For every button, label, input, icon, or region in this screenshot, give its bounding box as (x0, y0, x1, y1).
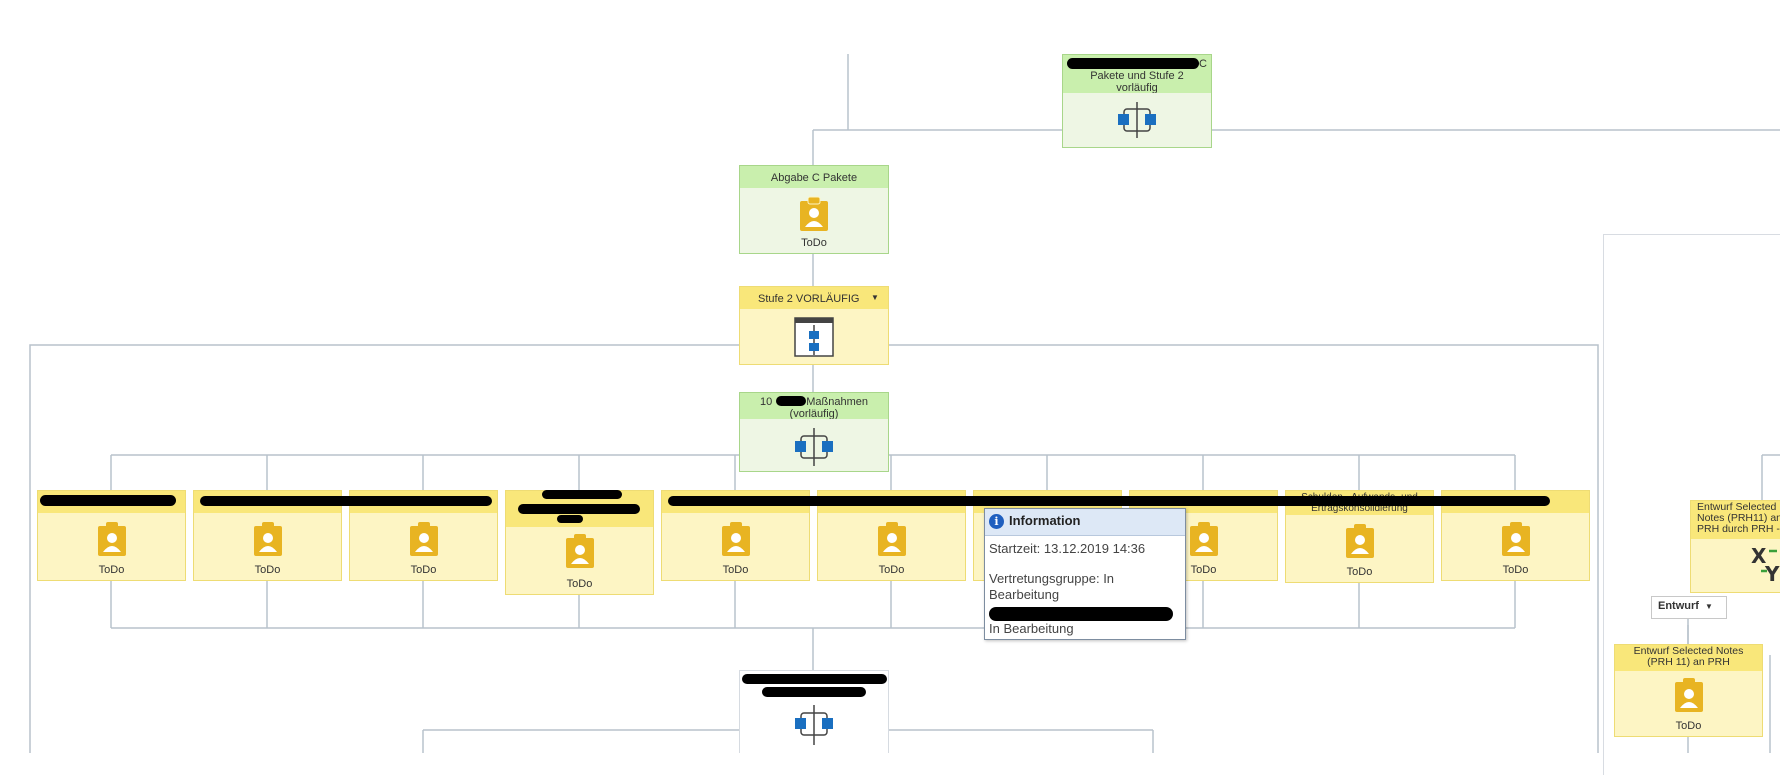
stufe2-subprocess-node[interactable]: Stufe 2 VORLÄUFIG ▼ (739, 286, 889, 365)
entwurf-dropdown[interactable]: Entwurf ▼ (1651, 596, 1727, 619)
user-task-icon (1674, 678, 1703, 712)
selected-notes-title: Entwurf Selected Notes (PRH 11) an PRH (1615, 645, 1762, 671)
task-node-status: ToDo (1502, 564, 1529, 576)
top-parallel-node[interactable]: C Pakete und Stufe 2 vorläufig (1062, 54, 1212, 148)
redaction-bar (989, 607, 1173, 621)
task-node-status: ToDo (410, 564, 437, 576)
connector-lines (29, 54, 1780, 753)
selected-notes-status: ToDo (1675, 720, 1702, 732)
redaction-bar (200, 496, 492, 506)
abgabe-node-status: ToDo (801, 237, 827, 249)
abgabe-task-node[interactable]: Abgabe C Pakete ToDo (739, 165, 889, 254)
task-node-status: ToDo (254, 564, 281, 576)
task-node-status: ToDo (722, 564, 749, 576)
info-icon: i (989, 514, 1004, 529)
popup-header: i Information (985, 509, 1185, 536)
stufe2-node-title: Stufe 2 VORLÄUFIG (758, 293, 860, 305)
svg-text:Y: Y (1764, 562, 1780, 583)
entwurf-task-node[interactable]: Entwurf Selected Notes (PRH11) an PRH du… (1690, 500, 1780, 593)
parallel-gateway-icon (795, 428, 833, 466)
bottom-parallel-node[interactable] (739, 670, 889, 753)
redaction-bar (40, 495, 176, 506)
user-task-icon (1345, 524, 1374, 558)
task-node-status: ToDo (878, 564, 905, 576)
redaction-bar (557, 515, 583, 523)
popup-state: In Bearbeitung (989, 621, 1074, 636)
popup-title: Information (1009, 513, 1081, 528)
user-task-icon (97, 522, 126, 556)
task-node-status: ToDo (98, 564, 125, 576)
redaction-bar (518, 504, 640, 514)
massnahmen-node-header: 10 Maßnahmen (vorläufig) (740, 393, 888, 419)
redaction-bar (776, 396, 806, 406)
top-node-title-suffix: C (1199, 58, 1207, 70)
user-task-icon (565, 534, 594, 568)
stufe2-dropdown-button[interactable]: ▼ (866, 290, 884, 306)
redaction-bar (1067, 58, 1199, 69)
top-node-title: Pakete und Stufe 2 vorläufig (1090, 70, 1184, 93)
user-task-icon (253, 522, 282, 556)
user-task-icon (721, 522, 750, 556)
redaction-bar (742, 674, 887, 684)
popup-group: Vertretungsgruppe: In Bearbeitung (989, 571, 1115, 602)
redaction-bar (542, 490, 622, 499)
user-task-icon (1501, 522, 1530, 556)
user-task-icon (877, 522, 906, 556)
user-task-icon (1189, 522, 1218, 556)
subprocess-icon (794, 317, 834, 357)
user-task-icon (800, 196, 828, 231)
entwurf-dropdown-label: Entwurf (1658, 600, 1699, 612)
popup-start-time: Startzeit: 13.12.2019 14:36 (989, 541, 1146, 556)
massnahmen-title-suffix: Maßnahmen (806, 396, 868, 408)
task-node-status: ToDo (1346, 566, 1373, 578)
entwurf-node-title: Entwurf Selected Notes (PRH11) an PRH du… (1691, 501, 1780, 539)
xy-transform-icon: X Y (1751, 544, 1780, 583)
redaction-bar (762, 687, 866, 697)
abgabe-node-title: Abgabe C Pakete (740, 166, 888, 188)
chevron-down-icon: ▼ (1704, 602, 1713, 611)
parallel-gateway-icon (795, 705, 833, 745)
selected-notes-task-node[interactable]: Entwurf Selected Notes (PRH 11) an PRH T… (1614, 644, 1763, 737)
task-node-status: ToDo (566, 578, 593, 590)
parallel-gateway-icon (1118, 102, 1156, 138)
massnahmen-title-prefix: 10 (759, 396, 773, 408)
information-popup: i Information Startzeit: 13.12.2019 14:3… (984, 508, 1186, 640)
massnahmen-subtitle: (vorläufig) (789, 408, 839, 419)
redaction-bar (668, 496, 1550, 506)
massnahmen-parallel-node[interactable]: 10 Maßnahmen (vorläufig) (739, 392, 889, 472)
user-task-icon (409, 522, 438, 556)
